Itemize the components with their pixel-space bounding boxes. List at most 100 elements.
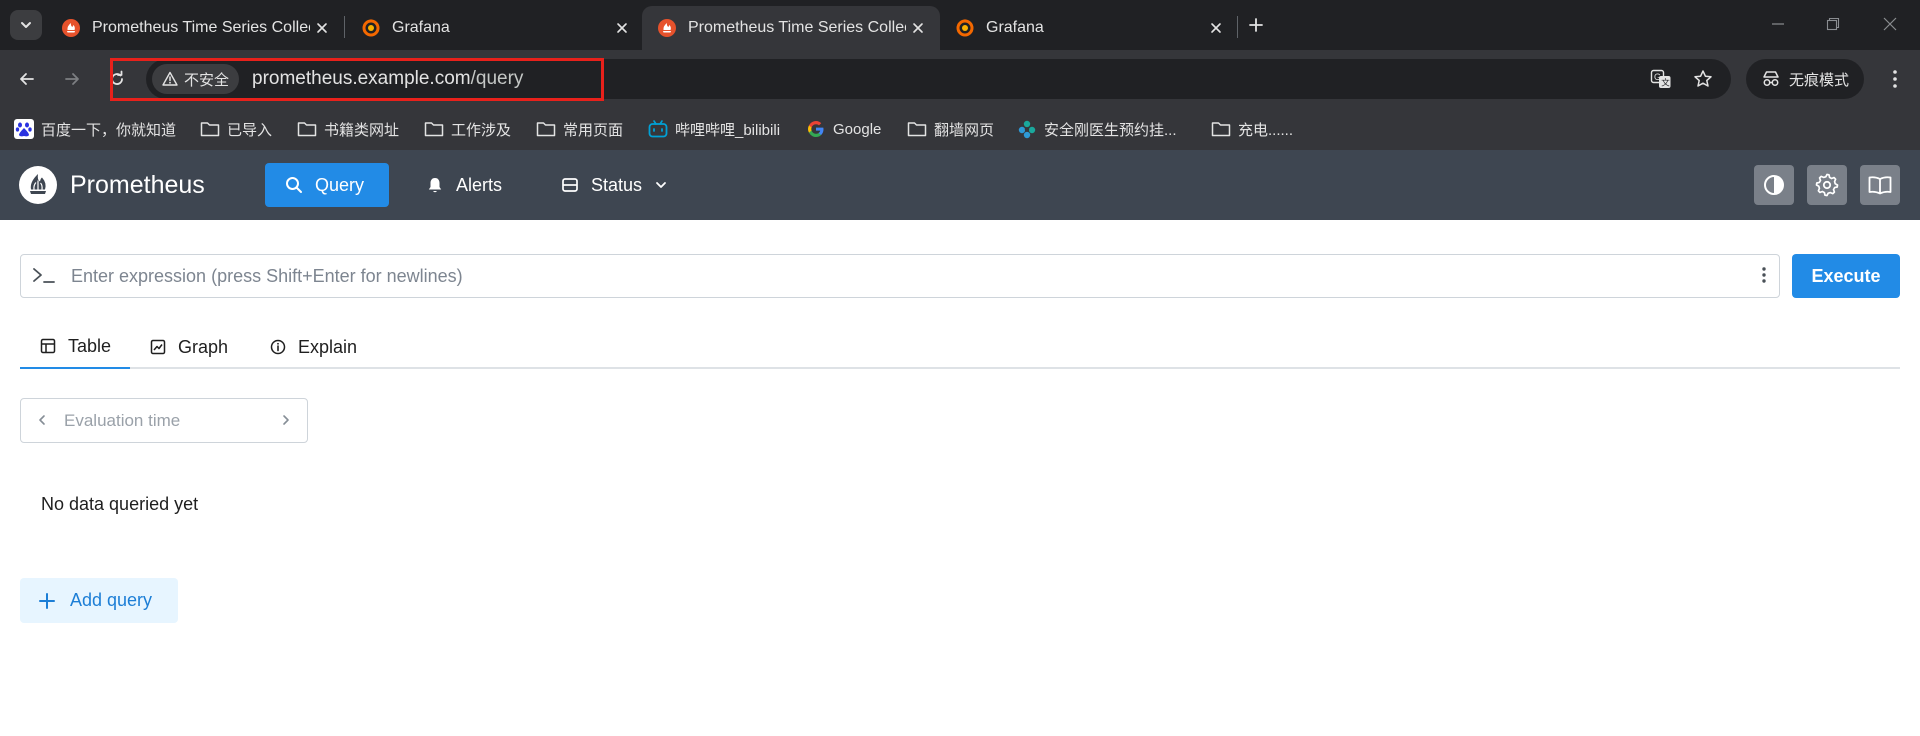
browser-tab-grafana-1[interactable]: Grafana: [346, 6, 644, 50]
evaluation-time-placeholder: Evaluation time: [64, 411, 181, 430]
plus-icon: [1249, 18, 1263, 32]
browser-tab-prometheus-1[interactable]: Prometheus Time Series Collection and Pr…: [46, 6, 344, 50]
bookmark-google[interactable]: Google: [806, 117, 881, 141]
bookmark-hospital[interactable]: 安全刚医生预约挂...: [1017, 117, 1177, 141]
hospital-icon: [1018, 120, 1036, 139]
translate-button[interactable]: G文: [1650, 68, 1672, 90]
expression-editor: [20, 254, 1780, 298]
bookmark-label: 书籍类网址: [324, 121, 400, 139]
expression-options-button[interactable]: [1761, 265, 1767, 285]
grafana-icon: [956, 19, 974, 37]
add-query-label: Add query: [70, 590, 153, 610]
bookmark-folder-imported[interactable]: 已导入: [200, 117, 272, 141]
baidu-icon: [14, 119, 34, 139]
app-navbar: Prometheus Query Alerts Status: [0, 150, 1920, 220]
bilibili-icon: [648, 120, 668, 138]
documentation-button[interactable]: [1860, 165, 1900, 205]
tab-table[interactable]: Table: [20, 325, 130, 369]
tab-close-button[interactable]: [310, 16, 334, 40]
nav-alerts[interactable]: Alerts: [426, 163, 502, 207]
prometheus-icon: [658, 19, 676, 37]
chart-icon: [150, 339, 166, 355]
bookmark-folder-charge[interactable]: 充电......: [1211, 117, 1293, 141]
chevron-right-icon: [283, 415, 289, 425]
tab-title: Prometheus Time Series Collection and Pr…: [688, 19, 906, 36]
plus-icon: [39, 592, 55, 609]
terminal-prompt-icon: [31, 266, 57, 286]
book-icon: [1868, 176, 1892, 195]
incognito-indicator[interactable]: 无痕模式: [1746, 59, 1864, 99]
nav-query[interactable]: Query: [265, 163, 389, 207]
bookmark-folder-vpn[interactable]: 翻墙网页: [907, 117, 994, 141]
nav-status-dropdown[interactable]: Status: [561, 163, 668, 207]
eval-time-forward-button[interactable]: [279, 413, 293, 427]
bookmark-star-button[interactable]: [1692, 68, 1714, 90]
search-icon: [286, 177, 302, 193]
settings-button[interactable]: [1807, 165, 1847, 205]
chevron-left-icon: [39, 415, 45, 425]
execute-button[interactable]: Execute: [1792, 254, 1900, 298]
theme-toggle-button[interactable]: [1754, 165, 1794, 205]
evaluation-time-picker[interactable]: Evaluation time: [20, 398, 308, 443]
grafana-icon: [362, 19, 380, 37]
back-button[interactable]: [14, 66, 40, 92]
folder-icon: [536, 122, 556, 137]
star-icon: [1694, 70, 1712, 87]
tab-graph[interactable]: Graph: [150, 325, 228, 369]
bell-icon: [428, 178, 442, 193]
chevron-down-icon: [21, 22, 31, 28]
more-vertical-icon: [1762, 267, 1766, 283]
tab-separator: [344, 16, 345, 38]
tab-explain-label: Explain: [298, 336, 358, 357]
browser-tab-strip: Prometheus Time Series Collection and Pr…: [0, 0, 1920, 50]
tab-table-label: Table: [68, 335, 112, 356]
app-brand[interactable]: Prometheus: [19, 166, 205, 204]
new-tab-button[interactable]: [1242, 11, 1270, 39]
tab-close-button[interactable]: [906, 16, 930, 40]
bookmark-label: 常用页面: [563, 121, 624, 139]
close-icon: [1883, 17, 1897, 31]
folder-icon: [200, 122, 220, 137]
server-icon: [562, 178, 578, 192]
bookmark-label: 已导入: [227, 121, 273, 139]
bookmark-folder-work[interactable]: 工作涉及: [424, 117, 511, 141]
expression-input[interactable]: [71, 255, 1721, 297]
prometheus-icon: [62, 19, 80, 37]
tab-close-button[interactable]: [610, 16, 634, 40]
bookmarks-bar: 百度一下，你就知道 已导入 书籍类网址 工作涉及 常用页面 哔哩哔哩_bilib…: [0, 108, 1920, 150]
svg-text:文: 文: [1661, 78, 1670, 89]
prometheus-logo-icon: [19, 166, 57, 204]
browser-tab-prometheus-2[interactable]: Prometheus Time Series Collection and Pr…: [642, 6, 940, 50]
tab-close-button[interactable]: [1204, 16, 1228, 40]
tab-search-button[interactable]: [10, 10, 42, 40]
url-highlight-annotation: [110, 58, 604, 101]
bookmark-bilibili[interactable]: 哔哩哔哩_bilibili: [648, 117, 780, 141]
tab-separator: [1237, 16, 1238, 38]
tab-graph-label: Graph: [178, 336, 229, 357]
bookmark-folder-common[interactable]: 常用页面: [536, 117, 623, 141]
close-icon: [1211, 23, 1221, 33]
bookmark-label: 百度一下，你就知道: [41, 121, 177, 139]
restore-icon: [1826, 17, 1840, 31]
browser-menu-button[interactable]: [1882, 66, 1908, 92]
contrast-icon: [1764, 175, 1784, 195]
eval-time-back-button[interactable]: [35, 413, 49, 427]
bookmark-folder-books[interactable]: 书籍类网址: [297, 117, 399, 141]
result-tabs: Table Graph Explain: [20, 325, 1900, 369]
nav-status-label: Status: [591, 174, 643, 195]
browser-tab-grafana-2[interactable]: Grafana: [940, 6, 1238, 50]
minimize-icon: [1772, 23, 1784, 25]
google-icon: [808, 121, 824, 137]
folder-icon: [1211, 122, 1231, 137]
minimize-button[interactable]: [1758, 8, 1798, 40]
info-icon: [270, 339, 286, 355]
forward-button[interactable]: [59, 66, 85, 92]
close-icon: [617, 23, 627, 33]
window-close-button[interactable]: [1870, 8, 1910, 40]
add-query-button[interactable]: Add query: [20, 578, 178, 623]
folder-icon: [297, 122, 317, 137]
incognito-label: 无痕模式: [1788, 71, 1849, 89]
restore-button[interactable]: [1813, 8, 1853, 40]
bookmark-baidu[interactable]: 百度一下，你就知道: [14, 117, 176, 141]
tab-explain[interactable]: Explain: [270, 325, 357, 369]
